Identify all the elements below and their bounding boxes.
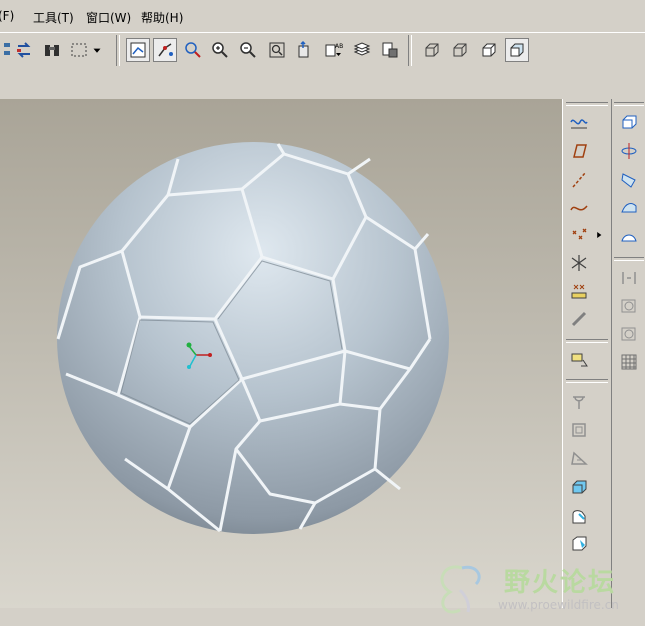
shell-icon[interactable] bbox=[567, 475, 591, 499]
feature-toolbar-datum bbox=[562, 99, 611, 608]
feature-toolbar-solid bbox=[611, 99, 645, 608]
round-icon[interactable] bbox=[567, 418, 591, 442]
binoculars-icon[interactable] bbox=[40, 38, 64, 62]
datum-point-icon[interactable] bbox=[567, 195, 591, 219]
watermark-logo bbox=[440, 565, 481, 614]
menu-file[interactable]: (F) bbox=[0, 9, 14, 23]
toolbar-gap bbox=[0, 67, 645, 99]
menu-help[interactable]: 帮助(H) bbox=[141, 9, 183, 26]
select-box-icon[interactable] bbox=[67, 38, 91, 62]
blend-icon[interactable] bbox=[617, 196, 641, 220]
refit-icon[interactable] bbox=[265, 38, 289, 62]
datum-axis-icon[interactable] bbox=[567, 139, 591, 163]
no-hidden-icon[interactable] bbox=[477, 38, 501, 62]
menu-bar: (F) 工具(T) 窗口(W) 帮助(H) bbox=[0, 0, 645, 32]
menu-window[interactable]: 窗口(W) bbox=[86, 9, 131, 26]
draft-icon[interactable] bbox=[567, 446, 591, 470]
svg-text:AB: AB bbox=[335, 43, 343, 50]
reorient-icon[interactable] bbox=[292, 38, 316, 62]
zoom-out-icon[interactable] bbox=[236, 38, 260, 62]
datum-plane-icon[interactable] bbox=[567, 110, 591, 134]
shell-feature-icon[interactable] bbox=[617, 294, 641, 318]
sweep-icon[interactable] bbox=[617, 168, 641, 192]
annotation-icon[interactable] bbox=[567, 307, 591, 331]
hole-icon[interactable] bbox=[617, 266, 641, 290]
graphics-window[interactable] bbox=[0, 99, 562, 608]
layers-icon[interactable] bbox=[350, 38, 374, 62]
watermark-title: 野火论坛 bbox=[504, 568, 617, 598]
hidden-line-icon[interactable] bbox=[448, 38, 472, 62]
pattern-icon[interactable] bbox=[617, 350, 641, 374]
chamfer-icon[interactable] bbox=[567, 532, 591, 556]
rib-feature-icon[interactable] bbox=[617, 322, 641, 346]
dropdown-arrow-icon[interactable] bbox=[90, 38, 104, 62]
datum-csys-icon[interactable] bbox=[567, 223, 591, 247]
saved-views-icon[interactable]: AB bbox=[321, 38, 345, 62]
extrude-icon[interactable] bbox=[617, 110, 641, 134]
soccer-ball-model bbox=[56, 142, 449, 534]
datum-curve-icon[interactable] bbox=[567, 168, 591, 192]
sketch-icon[interactable] bbox=[567, 348, 591, 372]
spin-center-icon[interactable] bbox=[153, 38, 177, 62]
flyout-arrow-icon[interactable] bbox=[593, 223, 605, 247]
repaint-icon[interactable] bbox=[126, 38, 150, 62]
view-manager-icon[interactable] bbox=[378, 38, 402, 62]
regenerate-icon[interactable] bbox=[12, 38, 36, 62]
round-chain-icon[interactable] bbox=[567, 279, 591, 303]
main-toolbar: AB bbox=[0, 32, 645, 69]
shading-icon[interactable] bbox=[505, 38, 529, 62]
analysis-icon[interactable] bbox=[567, 251, 591, 275]
menu-tools[interactable]: 工具(T) bbox=[33, 9, 74, 26]
wireframe-icon[interactable] bbox=[420, 38, 444, 62]
boundary-icon[interactable] bbox=[617, 224, 641, 248]
mirror-icon[interactable] bbox=[567, 390, 591, 414]
rib-icon[interactable] bbox=[567, 504, 591, 528]
watermark-url: www.proewildfire.cn bbox=[498, 598, 619, 612]
zoom-in-icon[interactable] bbox=[208, 38, 232, 62]
orient-mode-icon[interactable] bbox=[181, 38, 205, 62]
revolve-icon[interactable] bbox=[617, 139, 641, 163]
watermark: 野火论坛 www.proewildfire.cn bbox=[432, 560, 642, 620]
